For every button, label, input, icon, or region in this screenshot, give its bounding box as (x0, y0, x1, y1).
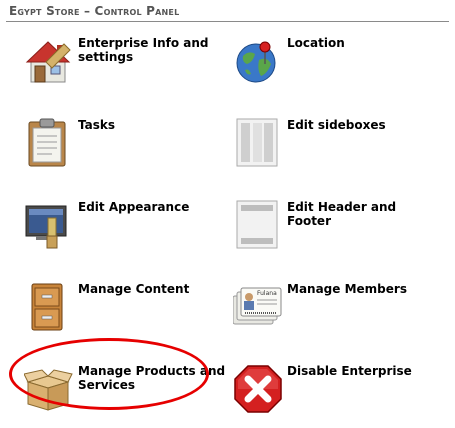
manage-products-link[interactable]: Manage Products and Services (23, 364, 234, 428)
globe-pin-icon (233, 36, 283, 86)
member-card-name: Fulana (257, 290, 277, 297)
panel-header: Egypt Store – Control Panel (6, 3, 449, 22)
disable-enterprise-link[interactable]: Disable Enterprise (233, 364, 443, 428)
item-label: Edit sideboxes (287, 118, 386, 132)
tasks-link[interactable]: Tasks (24, 118, 234, 182)
manage-members-link[interactable]: Fulana Manage Members (232, 282, 443, 346)
member-cards-icon: Fulana (232, 282, 283, 332)
item-label: Location (287, 36, 345, 50)
item-label: Manage Members (287, 282, 407, 296)
edit-sideboxes-link[interactable]: Edit sideboxes (233, 118, 443, 182)
item-label: Manage Content (78, 282, 190, 296)
clipboard-icon (24, 118, 74, 168)
item-label: Edit Appearance (78, 200, 190, 214)
edit-header-footer-link[interactable]: Edit Header and Footer (233, 200, 443, 264)
item-label: Edit Header and Footer (287, 200, 397, 228)
house-settings-icon (24, 36, 74, 86)
open-box-icon (23, 364, 74, 414)
page-title: Egypt Store – Control Panel (9, 4, 180, 18)
enterprise-info-link[interactable]: Enterprise Info and settings (24, 36, 234, 100)
item-label: Manage Products and Services (78, 364, 226, 392)
edit-appearance-link[interactable]: Edit Appearance (24, 200, 234, 264)
header-footer-layout-icon (233, 200, 283, 250)
sideboxes-layout-icon (233, 118, 283, 168)
item-label: Enterprise Info and settings (78, 36, 209, 64)
manage-content-link[interactable]: Manage Content (24, 282, 234, 346)
location-link[interactable]: Location (233, 36, 443, 100)
item-label: Disable Enterprise (287, 364, 412, 378)
disable-x-icon (233, 364, 283, 414)
filing-cabinet-icon (24, 282, 74, 332)
paint-brush-icon (24, 200, 74, 250)
item-label: Tasks (78, 118, 116, 132)
